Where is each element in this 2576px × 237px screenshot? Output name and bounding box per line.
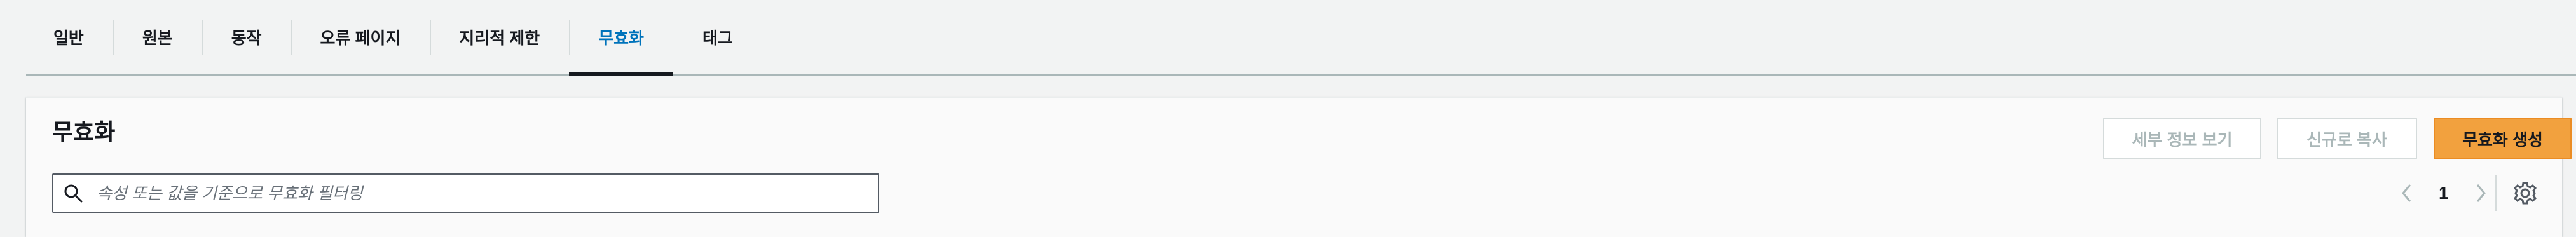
chevron-left-icon[interactable] xyxy=(2399,180,2413,206)
tab-origins[interactable]: 원본 xyxy=(113,0,202,74)
filter-search-input[interactable] xyxy=(95,182,878,204)
tab-bar: 일반 원본 동작 오류 페이지 지리적 제한 무효화 태그 xyxy=(26,0,2576,76)
view-details-button[interactable]: 세부 정보 보기 xyxy=(2103,118,2261,159)
pagination: 1 xyxy=(2399,175,2488,211)
tab-label: 태그 xyxy=(702,28,733,48)
tab-behaviors[interactable]: 동작 xyxy=(202,0,291,74)
page-number[interactable]: 1 xyxy=(2439,183,2449,203)
tab-general[interactable]: 일반 xyxy=(26,0,113,74)
tab-geo-restriction[interactable]: 지리적 제한 xyxy=(430,0,569,74)
filter-search-box[interactable] xyxy=(52,173,879,213)
tab-label: 지리적 제한 xyxy=(459,28,540,48)
tab-tags[interactable]: 태그 xyxy=(673,0,762,74)
tab-label: 동작 xyxy=(231,28,262,48)
tab-label: 오류 페이지 xyxy=(320,28,401,48)
chevron-right-icon[interactable] xyxy=(2474,180,2488,206)
tab-label: 일반 xyxy=(53,28,84,48)
search-icon xyxy=(64,184,83,203)
create-invalidation-button[interactable]: 무효화 생성 xyxy=(2434,118,2572,159)
tab-error-pages[interactable]: 오류 페이지 xyxy=(291,0,430,74)
gear-icon[interactable] xyxy=(2513,181,2537,205)
tab-label: 원본 xyxy=(142,28,173,48)
tab-invalidations[interactable]: 무효화 xyxy=(569,0,673,76)
copy-to-new-button[interactable]: 신규로 복사 xyxy=(2277,118,2417,159)
invalidations-panel: 무효화 세부 정보 보기 신규로 복사 무효화 생성 1 xyxy=(26,97,2572,237)
pager-divider xyxy=(2495,175,2497,211)
panel-title: 무효화 xyxy=(52,119,116,145)
tab-label: 무효화 xyxy=(598,28,644,48)
